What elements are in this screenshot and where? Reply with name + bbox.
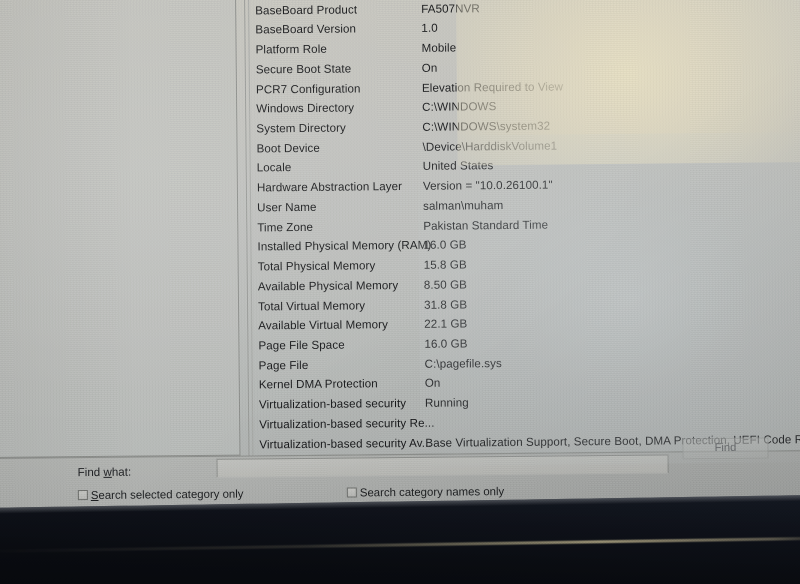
detail-item-name: Virtualization-based security — [258, 397, 407, 412]
detail-item-value: 8.50 GB — [423, 278, 468, 292]
detail-item-name: Total Physical Memory — [257, 259, 376, 274]
detail-item-value: 31.8 GB — [423, 297, 468, 312]
find-button[interactable]: Find — [682, 437, 769, 460]
detail-item-name: Secure Boot State — [255, 62, 352, 77]
detail-item-name: Boot Device — [256, 141, 320, 156]
detail-item-name: Page File — [258, 358, 309, 373]
detail-item-value: FA507NVR — [421, 1, 480, 16]
search-selected-category-only-label: Search selected category only — [90, 488, 244, 503]
checkbox-box-selected-category[interactable] — [77, 490, 88, 501]
detail-item-value: C:\WINDOWS\system32 — [422, 119, 551, 134]
bezel-specular-highlight — [0, 536, 800, 553]
detail-item-value: Elevation Required to View — [421, 80, 564, 95]
detail-item-name: Time Zone — [257, 220, 314, 235]
detail-item-value: C:\pagefile.sys — [424, 356, 502, 371]
detail-item-name: BaseBoard Product — [255, 3, 358, 18]
search-category-names-only-checkbox[interactable]: Search category names only — [346, 486, 505, 500]
detail-item-name: Locale — [256, 161, 292, 175]
detail-item-value: Pakistan Standard Time — [423, 218, 549, 233]
detail-item-value: Mobile — [421, 41, 457, 55]
detail-item-name: Virtualization-based security Av... — [259, 436, 432, 451]
detail-item-value: On — [424, 377, 441, 391]
detail-item-value: \Device\HarddiskVolume1 — [422, 139, 558, 154]
detail-item-value: 16.0 GB — [424, 337, 468, 351]
detail-item-name: BaseBoard Version — [255, 22, 357, 37]
detail-item-name: Hardware Abstraction Layer — [256, 180, 403, 195]
detail-item-value: 1.0 — [421, 22, 438, 36]
detail-item-value: salman\muham — [423, 198, 504, 213]
details-rows-container: BaseBoard ManufacturerASUSTeK COMPUTER I… — [245, 0, 800, 457]
detail-item-value: 15.8 GB — [423, 258, 467, 272]
laptop-display-surface: BaseBoard ManufacturerASUSTeK COMPUTER I… — [0, 0, 800, 518]
detail-item-value: C:\WINDOWS — [422, 100, 497, 115]
detail-item-name: Platform Role — [255, 42, 327, 57]
detail-item-value: 16.0 GB — [423, 238, 467, 253]
detail-item-value: United States — [422, 159, 494, 174]
laptop-bezel — [0, 494, 800, 584]
detail-item-value: On — [421, 61, 438, 75]
category-tree-pane[interactable] — [0, 0, 241, 459]
detail-item-name: PCR7 Configuration — [255, 82, 361, 97]
system-information-window: BaseBoard ManufacturerASUSTeK COMPUTER I… — [0, 0, 800, 518]
detail-item-name: System Directory — [256, 121, 346, 136]
find-what-input[interactable] — [216, 454, 669, 478]
detail-item-name: Windows Directory — [256, 101, 355, 116]
search-category-names-only-label: Search category names only — [359, 486, 505, 500]
detail-item-name: Available Virtual Memory — [258, 318, 389, 333]
detail-item-name: Kernel DMA Protection — [258, 377, 378, 392]
laptop-screen-photo: BaseBoard ManufacturerASUSTeK COMPUTER I… — [0, 0, 800, 584]
detail-item-name: Page File Space — [258, 338, 345, 353]
detail-item-value: Running — [424, 396, 469, 410]
detail-item-name: Available Physical Memory — [257, 278, 399, 294]
checkbox-box-names-only[interactable] — [346, 487, 357, 498]
detail-item-name: Virtualization-based security Re... — [259, 416, 435, 432]
detail-item-value: Version = "10.0.26100.1" — [422, 178, 553, 194]
details-list-pane[interactable]: BaseBoard ManufacturerASUSTeK COMPUTER I… — [243, 0, 800, 457]
detail-item-name: Installed Physical Memory (RAM) — [257, 239, 432, 254]
detail-item-name: User Name — [257, 200, 317, 215]
find-what-label: Find what: — [77, 465, 132, 480]
detail-item-value: 22.1 GB — [424, 317, 468, 332]
search-selected-category-only-checkbox[interactable]: Search selected category only — [77, 488, 244, 503]
detail-item-name: Total Virtual Memory — [257, 298, 366, 313]
